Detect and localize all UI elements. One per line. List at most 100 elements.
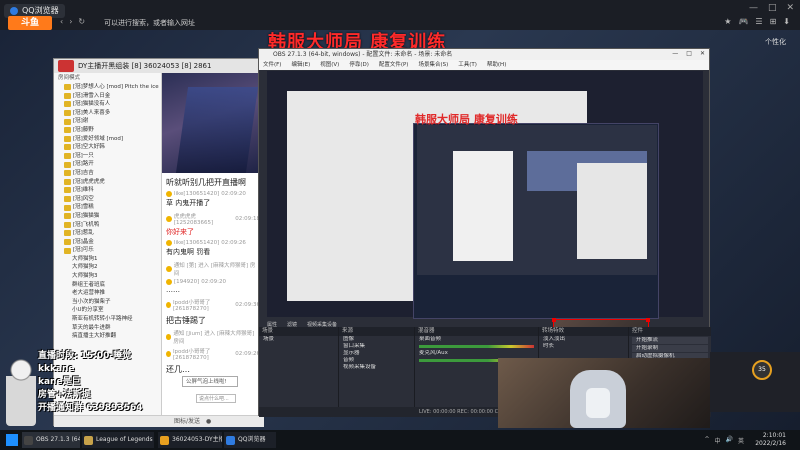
- close-icon[interactable]: ✕: [786, 3, 794, 13]
- tree-item[interactable]: [冠]一只: [54, 152, 161, 161]
- favorite-icon[interactable]: ★: [724, 17, 731, 26]
- obs-menu-item[interactable]: 配置文件(P): [379, 60, 409, 70]
- clock[interactable]: 2:10:01 2022/2/16: [755, 432, 786, 448]
- group-item[interactable]: 大师猫狗1: [54, 255, 161, 264]
- group-item[interactable]: 大师猫狗2: [54, 263, 161, 272]
- tree-item[interactable]: [冠]藤野: [54, 126, 161, 135]
- tree-item[interactable]: [冠]晶金: [54, 238, 161, 247]
- clock-date: 2022/2/16: [755, 440, 786, 447]
- tree-item[interactable]: [冠]空大好韩: [54, 143, 161, 152]
- control-button[interactable]: 开始录制: [632, 345, 708, 352]
- obs-minimize-icon[interactable]: —: [672, 50, 678, 57]
- taskbar-item[interactable]: OBS 27.1.3 (64-bit...: [22, 432, 80, 448]
- volume-icon[interactable]: 🔊: [726, 436, 733, 445]
- game-icon[interactable]: 🎮: [738, 17, 748, 26]
- chat-username[interactable]: 通知 [Jium] 进入 [麻辣大师猴哥] 房间: [173, 329, 258, 345]
- group-item[interactable]: 小U的分享室: [54, 306, 161, 315]
- back-icon[interactable]: ‹: [60, 17, 63, 26]
- obs-maximize-icon[interactable]: □: [686, 50, 692, 57]
- moderators-text: 房管+法斯提: [38, 390, 91, 400]
- obs-menu-item[interactable]: 场景集合(S): [418, 60, 448, 70]
- douyu-logo[interactable]: 斗鱼: [8, 16, 52, 30]
- group-item[interactable]: 群组王者班底: [54, 281, 161, 290]
- forward-icon[interactable]: ›: [69, 17, 72, 26]
- chat-username[interactable]: like[130651420]: [174, 240, 219, 246]
- tree-item[interactable]: [冠]梦想人心 [mod] Pitch the ice: [54, 83, 161, 92]
- tree-item[interactable]: [冠]可乐: [54, 246, 161, 255]
- tree-header: 房间模式: [54, 73, 161, 83]
- tree-item[interactable]: [冠]风空: [54, 195, 161, 204]
- windows-start-icon[interactable]: [6, 434, 18, 446]
- transition-fade[interactable]: 淡入淡出: [539, 336, 628, 343]
- taskbar-item[interactable]: League of Legends: [82, 432, 154, 448]
- rank-badge-icon: [64, 92, 71, 99]
- screen: QQ浏览器 — □ ✕ 斗鱼 ‹ › ↻ 可以进行搜索，或者输入网址 ★ 🎮 ☰…: [0, 0, 800, 450]
- tree-item[interactable]: [冠]吉吉: [54, 169, 161, 178]
- group-item[interactable]: 大师猫狗3: [54, 272, 161, 281]
- obs-menu-item[interactable]: 帮助(H): [487, 60, 506, 70]
- tray-expand-icon[interactable]: ^: [704, 436, 709, 445]
- group-item[interactable]: 草天的最牛进群: [54, 324, 161, 333]
- tree-item[interactable]: [冠]美人来喜多: [54, 109, 161, 118]
- control-button[interactable]: 开始推流: [632, 337, 708, 344]
- side-counter[interactable]: 35: [752, 360, 772, 380]
- download-icon[interactable]: ⬇: [783, 17, 790, 26]
- obs-close-icon[interactable]: ✕: [700, 50, 705, 57]
- grid-icon[interactable]: ⊞: [770, 17, 777, 26]
- chat-username[interactable]: 通知 [第] 进入 [麻辣大师猴哥] 房间: [174, 261, 258, 277]
- group-item[interactable]: 当小次的猫柴子: [54, 298, 161, 307]
- tree-item[interactable]: [冠]惹乱: [54, 229, 161, 238]
- chat-username[interactable]: Ipodd小哥哥了[261878270]: [173, 347, 233, 361]
- source-item[interactable]: 显示器: [339, 350, 414, 357]
- tree-item[interactable]: [冠]猫猫没有人: [54, 100, 161, 109]
- tree-item[interactable]: [冠]猫猫猫: [54, 212, 161, 221]
- chat-username[interactable]: 虎虎虎虎[1252083665]: [174, 212, 233, 226]
- rank-badge-icon: [64, 238, 71, 245]
- tree-item[interactable]: [冠]谢: [54, 117, 161, 126]
- group-item[interactable]: 斯亚有机转转小平路神经: [54, 315, 161, 324]
- tree-item[interactable]: [冠]飞机鸭: [54, 221, 161, 230]
- source-item[interactable]: 窗口采集: [339, 343, 414, 350]
- lang-icon[interactable]: 英: [738, 436, 744, 445]
- group-item[interactable]: 搞直播主大好推翻: [54, 332, 161, 341]
- obs-preview[interactable]: 韩服大师局 康复训练: [267, 71, 703, 368]
- obs-menu-item[interactable]: 文件(F): [263, 60, 281, 70]
- menu-icon[interactable]: ☰: [755, 17, 762, 26]
- tree-item[interactable]: [冠]维科: [54, 186, 161, 195]
- tree-item[interactable]: [冠]滑雪入日金: [54, 92, 161, 101]
- ime-icon[interactable]: 中: [714, 436, 720, 445]
- refresh-icon[interactable]: ↻: [78, 17, 85, 26]
- tree-item[interactable]: [冠]雪糕: [54, 203, 161, 212]
- mixer-mic: 麦克风/Aux: [419, 350, 448, 356]
- tree-list: [冠]梦想人心 [mod] Pitch the ice [冠]滑雪入日金 [冠]猫猫…: [54, 83, 161, 255]
- stream-info-overlay: 直播时段: 15:00-睡觉 kkkane kane是巨 房管+法斯提 开播通知…: [4, 350, 174, 430]
- rank-badge-icon: [64, 110, 71, 117]
- obs-menu-item[interactable]: 视图(V): [320, 60, 339, 70]
- group-item[interactable]: 老大运营神推: [54, 289, 161, 298]
- obs-menu-item[interactable]: 停靠(D): [349, 60, 369, 70]
- scene-item[interactable]: 场景: [259, 336, 338, 343]
- minimize-icon[interactable]: —: [749, 3, 758, 13]
- rank-badge-icon: [64, 135, 71, 142]
- transition-duration[interactable]: 时长: [539, 343, 628, 350]
- chat-username[interactable]: like[130651420]: [174, 191, 219, 197]
- chat-input[interactable]: 说点什么吧...: [196, 394, 236, 403]
- source-item[interactable]: 图像: [339, 336, 414, 343]
- source-item[interactable]: 音频: [339, 357, 414, 364]
- taskbar-item[interactable]: QQ浏览器: [224, 432, 276, 448]
- tree-item[interactable]: [冠]路开: [54, 160, 161, 169]
- chat-username[interactable]: Ipodd小哥哥了[261878270]: [173, 298, 233, 312]
- tree-item[interactable]: [冠]虎虎虎虎: [54, 178, 161, 187]
- chat-username[interactable]: [194920]: [174, 279, 199, 285]
- source-item[interactable]: 视频采集设备: [339, 364, 414, 371]
- obs-menu-item[interactable]: 编辑(E): [291, 60, 310, 70]
- obs-menu-item[interactable]: 工具(T): [458, 60, 477, 70]
- tree-item[interactable]: [冠]爱好领域 [mod]: [54, 135, 161, 144]
- taskbar-item[interactable]: 36024053-DY主播...: [158, 432, 222, 448]
- tree-item-label: [冠]风空: [73, 195, 94, 202]
- send-label[interactable]: 图标/发送: [174, 416, 200, 427]
- maximize-icon[interactable]: □: [768, 3, 777, 13]
- rank-badge-icon: [64, 178, 71, 185]
- customize-button[interactable]: 个性化: [765, 37, 786, 47]
- bubble-notice[interactable]: 公屏气泡上线啦!: [182, 376, 238, 387]
